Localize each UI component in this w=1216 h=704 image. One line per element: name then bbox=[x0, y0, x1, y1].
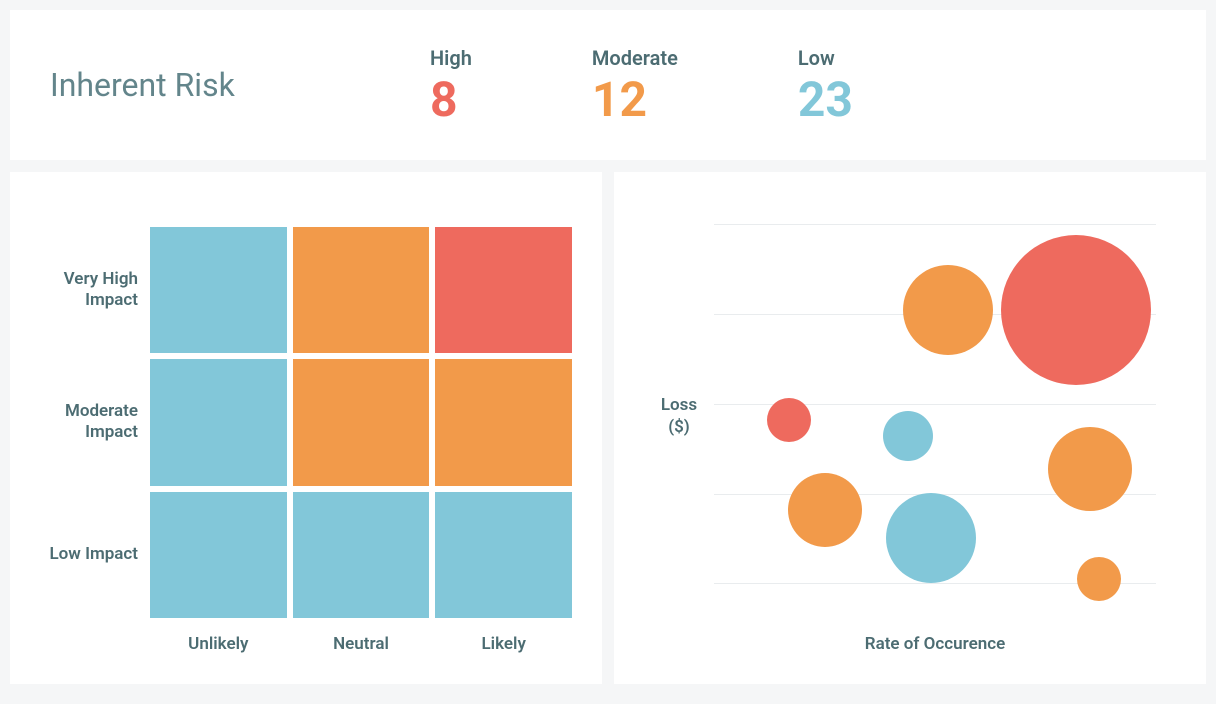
heatmap-row-2: Low Impact bbox=[40, 492, 572, 618]
heatmap-ylabel-1: Moderate Impact bbox=[40, 359, 150, 485]
bubble-point bbox=[1048, 427, 1132, 511]
heatmap-xlabel-1: Neutral bbox=[293, 634, 430, 654]
bubble-plot-area bbox=[714, 212, 1156, 620]
metric-low-label: Low bbox=[798, 46, 853, 70]
heatmap-ylabel-2: Low Impact bbox=[40, 492, 150, 618]
charts-row: Very High Impact Moderate Impact bbox=[10, 172, 1206, 684]
bubble-point bbox=[1001, 235, 1151, 385]
heatmap-xlabel-2: Likely bbox=[435, 634, 572, 654]
dashboard-page: Inherent Risk High 8 Moderate 12 Low 23 … bbox=[10, 10, 1206, 684]
heatmap-row-1: Moderate Impact bbox=[40, 359, 572, 485]
heatmap-cell-1-0 bbox=[150, 359, 287, 485]
heatmap-cells-2 bbox=[150, 492, 572, 618]
metric-high-label: High bbox=[430, 46, 472, 70]
bubble-chart-panel: Loss ($) Rate of Occurence bbox=[614, 172, 1206, 684]
metric-moderate-label: Moderate bbox=[592, 46, 678, 70]
page-title: Inherent Risk bbox=[50, 66, 430, 104]
bubble-point bbox=[767, 398, 811, 442]
gridline bbox=[714, 224, 1156, 225]
heatmap-cell-1-1 bbox=[293, 359, 430, 485]
heatmap-cell-0-0 bbox=[150, 227, 287, 353]
risk-matrix: Very High Impact Moderate Impact bbox=[40, 227, 572, 654]
heatmap-cell-2-2 bbox=[435, 492, 572, 618]
metric-high: High 8 bbox=[430, 46, 472, 124]
heatmap-cell-2-1 bbox=[293, 492, 430, 618]
metric-moderate-value: 12 bbox=[592, 76, 678, 124]
heatmap-cells-1 bbox=[150, 359, 572, 485]
bubble-point bbox=[886, 493, 976, 583]
heatmap-cells-0 bbox=[150, 227, 572, 353]
bubble-chart: Loss ($) Rate of Occurence bbox=[644, 212, 1156, 654]
metric-low-value: 23 bbox=[798, 76, 853, 124]
bubble-xlabel: Rate of Occurence bbox=[644, 620, 1156, 654]
heatmap-cell-0-1 bbox=[293, 227, 430, 353]
heatmap-row-0: Very High Impact bbox=[40, 227, 572, 353]
bubble-point bbox=[788, 473, 862, 547]
heatmap-ylabel-0: Very High Impact bbox=[40, 227, 150, 353]
bubble-point bbox=[903, 265, 993, 355]
bubble-point bbox=[883, 411, 933, 461]
heatmap-xaxis: Unlikely Neutral Likely bbox=[40, 634, 572, 654]
bubble-point bbox=[1077, 557, 1121, 601]
heatmap-cell-0-2 bbox=[435, 227, 572, 353]
risk-metrics: High 8 Moderate 12 Low 23 bbox=[430, 46, 1176, 124]
risk-matrix-panel: Very High Impact Moderate Impact bbox=[10, 172, 602, 684]
bubble-chart-body: Loss ($) bbox=[644, 212, 1156, 620]
bubble-ylabel: Loss ($) bbox=[644, 212, 714, 620]
heatmap-xlabel-0: Unlikely bbox=[150, 634, 287, 654]
metric-high-value: 8 bbox=[430, 76, 472, 124]
heatmap-cell-2-0 bbox=[150, 492, 287, 618]
metric-low: Low 23 bbox=[798, 46, 853, 124]
metric-moderate: Moderate 12 bbox=[592, 46, 678, 124]
heatmap-cell-1-2 bbox=[435, 359, 572, 485]
risk-summary-header: Inherent Risk High 8 Moderate 12 Low 23 bbox=[10, 10, 1206, 160]
